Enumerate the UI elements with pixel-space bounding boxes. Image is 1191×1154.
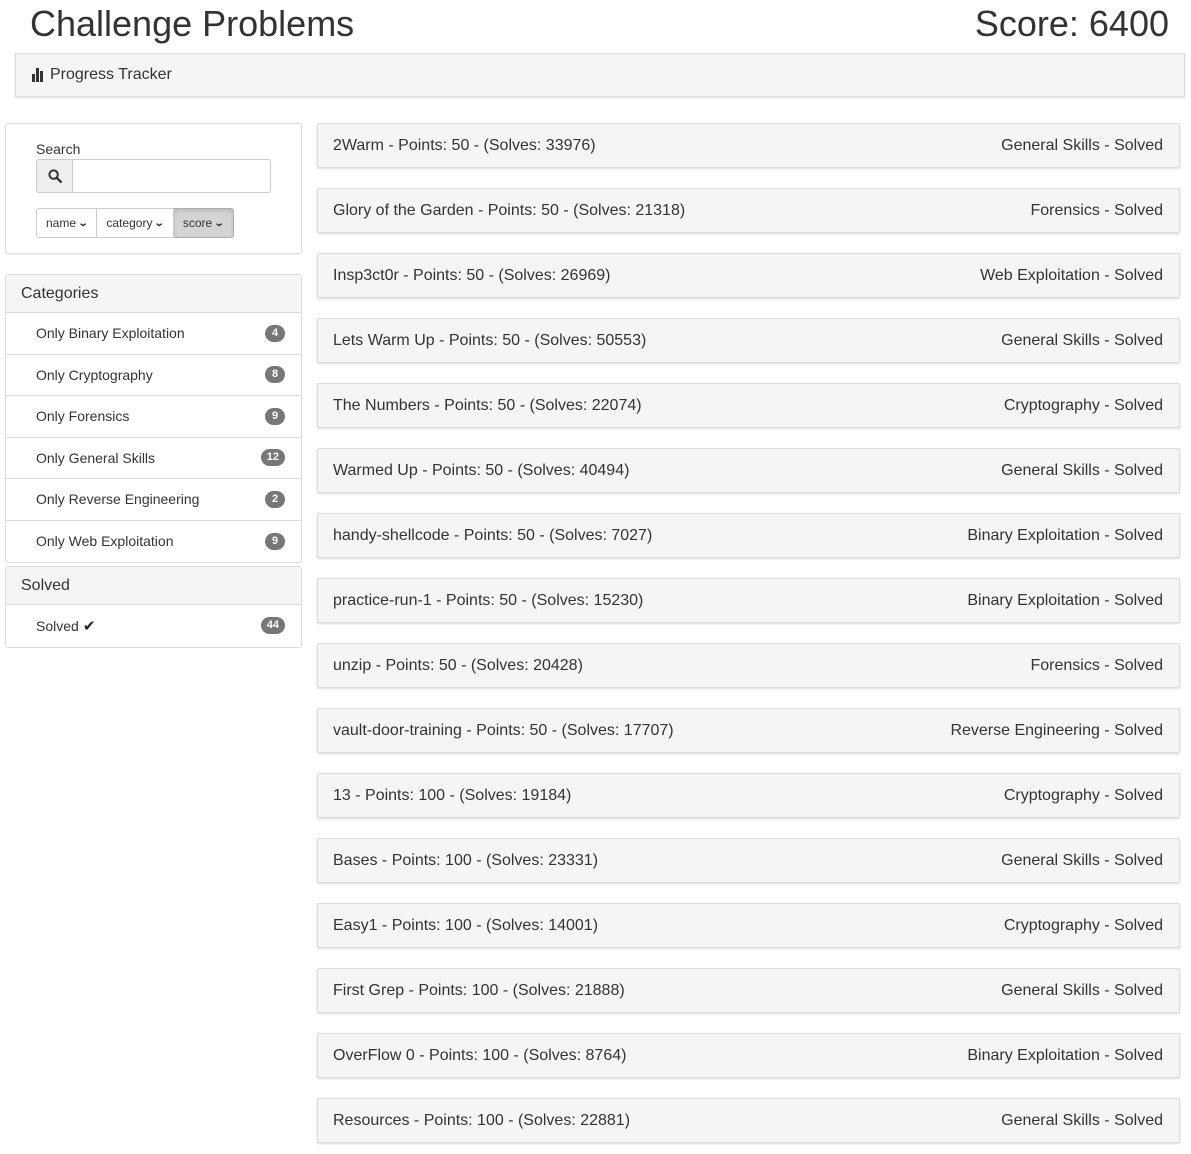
check-icon: ✔	[82, 617, 96, 635]
categories-heading: Categories	[6, 275, 301, 313]
page-title: Challenge Problems	[30, 3, 355, 44]
problem-status: Reverse Engineering - Solved	[950, 721, 1163, 739]
bar-chart-icon	[32, 68, 44, 82]
problem-status: General Skills - Solved	[1001, 1111, 1163, 1129]
problem-status: Binary Exploitation - Solved	[967, 526, 1163, 544]
solved-heading: Solved	[6, 567, 301, 605]
count-badge: 2	[265, 490, 285, 508]
sort-score-button[interactable]: score ⌄	[173, 208, 234, 238]
sort-name-button[interactable]: name ⌄	[36, 208, 98, 238]
problem-row[interactable]: 2Warm - Points: 50 - (Solves: 33976) Gen…	[317, 123, 1180, 168]
problem-title: OverFlow 0 - Points: 100 - (Solves: 8764…	[333, 1046, 627, 1064]
problem-status: Forensics - Solved	[1030, 656, 1164, 674]
count-badge: 44	[260, 617, 285, 635]
problem-title: 2Warm - Points: 50 - (Solves: 33976)	[333, 136, 596, 154]
solved-panel: Solved Solved ✔ 44	[5, 566, 302, 648]
problem-row[interactable]: First Grep - Points: 100 - (Solves: 2188…	[317, 968, 1180, 1013]
problem-row[interactable]: OverFlow 0 - Points: 100 - (Solves: 8764…	[317, 1033, 1180, 1078]
problem-status: Web Exploitation - Solved	[980, 266, 1163, 284]
sort-button-group: name ⌄ category ⌄ score ⌄	[36, 208, 234, 238]
page: Challenge Problems Score: 6400 Progress …	[0, 0, 1191, 1154]
solved-filter-label-group: Solved ✔	[36, 617, 95, 635]
problem-status: Forensics - Solved	[1030, 201, 1164, 219]
problem-title: vault-door-training - Points: 50 - (Solv…	[333, 721, 674, 739]
chevron-down-icon: ⌄	[154, 217, 166, 229]
problem-row[interactable]: Insp3ct0r - Points: 50 - (Solves: 26969)…	[317, 253, 1180, 298]
problem-row[interactable]: Lets Warm Up - Points: 50 - (Solves: 505…	[317, 318, 1180, 363]
problem-row[interactable]: Warmed Up - Points: 50 - (Solves: 40494)…	[317, 448, 1180, 493]
problem-row[interactable]: handy-shellcode - Points: 50 - (Solves: …	[317, 513, 1180, 558]
category-filter-cryptography[interactable]: Only Cryptography 8	[6, 355, 301, 396]
problem-title: Glory of the Garden - Points: 50 - (Solv…	[333, 201, 686, 219]
category-filter-label: Only General Skills	[36, 449, 156, 466]
sort-category-label: category	[106, 216, 153, 230]
chevron-down-icon: ⌄	[77, 217, 89, 229]
search-group	[36, 159, 271, 193]
problem-title: Bases - Points: 100 - (Solves: 23331)	[333, 851, 599, 869]
sort-category-button[interactable]: category ⌄	[97, 208, 174, 238]
problem-status: General Skills - Solved	[1001, 981, 1163, 999]
category-filter-label: Only Binary Exploitation	[36, 325, 185, 342]
category-filter-web-exploitation[interactable]: Only Web Exploitation 9	[6, 521, 301, 563]
search-label: Search	[36, 141, 81, 157]
problem-status: Binary Exploitation - Solved	[967, 1046, 1163, 1064]
problem-status: General Skills - Solved	[1001, 331, 1163, 349]
count-badge: 9	[265, 407, 285, 425]
problem-row[interactable]: The Numbers - Points: 50 - (Solves: 2207…	[317, 383, 1180, 428]
category-filter-general-skills[interactable]: Only General Skills 12	[6, 438, 301, 479]
problem-row[interactable]: Bases - Points: 100 - (Solves: 23331) Ge…	[317, 838, 1180, 883]
solved-filter[interactable]: Solved ✔ 44	[6, 605, 301, 647]
search-icon	[36, 159, 73, 193]
category-filter-label: Only Forensics	[36, 408, 130, 425]
category-filter-binary-exploitation[interactable]: Only Binary Exploitation 4	[6, 313, 301, 355]
problem-title: unzip - Points: 50 - (Solves: 20428)	[333, 656, 583, 674]
problem-row[interactable]: Easy1 - Points: 100 - (Solves: 14001) Cr…	[317, 903, 1180, 948]
category-filter-label: Only Web Exploitation	[36, 533, 174, 550]
count-badge: 12	[260, 449, 285, 467]
problem-row[interactable]: Glory of the Garden - Points: 50 - (Solv…	[317, 188, 1180, 233]
category-filter-reverse-engineering[interactable]: Only Reverse Engineering 2	[6, 479, 301, 521]
search-panel: Search name ⌄ category ⌄ score ⌄	[5, 123, 302, 254]
count-badge: 9	[265, 532, 285, 550]
problem-status: Cryptography - Solved	[1003, 786, 1163, 804]
problem-title: Easy1 - Points: 100 - (Solves: 14001)	[333, 916, 599, 934]
count-badge: 8	[265, 366, 285, 384]
count-badge: 4	[265, 324, 285, 342]
category-filter-forensics[interactable]: Only Forensics 9	[6, 396, 301, 438]
category-filter-label: Only Reverse Engineering	[36, 491, 200, 508]
problem-status: Binary Exploitation - Solved	[967, 591, 1163, 609]
category-filter-label: Only Cryptography	[36, 366, 153, 383]
problem-status: General Skills - Solved	[1001, 136, 1163, 154]
progress-tracker-link[interactable]: Progress Tracker	[15, 53, 1185, 97]
problem-title: Resources - Points: 100 - (Solves: 22881…	[333, 1111, 631, 1129]
problem-title: handy-shellcode - Points: 50 - (Solves: …	[333, 526, 653, 544]
problem-title: The Numbers - Points: 50 - (Solves: 2207…	[333, 396, 642, 414]
progress-tracker-label: Progress Tracker	[50, 66, 172, 83]
problem-title: Insp3ct0r - Points: 50 - (Solves: 26969)	[333, 266, 611, 284]
problem-row[interactable]: vault-door-training - Points: 50 - (Solv…	[317, 708, 1180, 753]
problem-row[interactable]: unzip - Points: 50 - (Solves: 20428) For…	[317, 643, 1180, 688]
problem-row[interactable]: practice-run-1 - Points: 50 - (Solves: 1…	[317, 578, 1180, 623]
sort-score-label: score	[182, 216, 213, 230]
problem-title: Lets Warm Up - Points: 50 - (Solves: 505…	[333, 331, 647, 349]
problem-list: 2Warm - Points: 50 - (Solves: 33976) Gen…	[317, 123, 1180, 1154]
categories-panel: Categories Only Binary Exploitation 4 On…	[5, 274, 302, 563]
sort-name-label: name	[46, 216, 77, 230]
problem-title: 13 - Points: 100 - (Solves: 19184)	[333, 786, 572, 804]
problem-title: practice-run-1 - Points: 50 - (Solves: 1…	[333, 591, 644, 609]
problem-status: Cryptography - Solved	[1003, 396, 1163, 414]
problem-status: Cryptography - Solved	[1003, 916, 1163, 934]
search-input[interactable]	[73, 159, 271, 193]
score-display: Score: 6400	[974, 3, 1169, 44]
problem-row[interactable]: 13 - Points: 100 - (Solves: 19184) Crypt…	[317, 773, 1180, 818]
solved-filter-label: Solved	[36, 617, 79, 634]
problem-status: General Skills - Solved	[1001, 461, 1163, 479]
problem-title: First Grep - Points: 100 - (Solves: 2188…	[333, 981, 625, 999]
problem-status: General Skills - Solved	[1001, 851, 1163, 869]
problem-title: Warmed Up - Points: 50 - (Solves: 40494)	[333, 461, 630, 479]
chevron-down-icon: ⌄	[213, 217, 225, 229]
problem-row[interactable]: Resources - Points: 100 - (Solves: 22881…	[317, 1098, 1180, 1143]
